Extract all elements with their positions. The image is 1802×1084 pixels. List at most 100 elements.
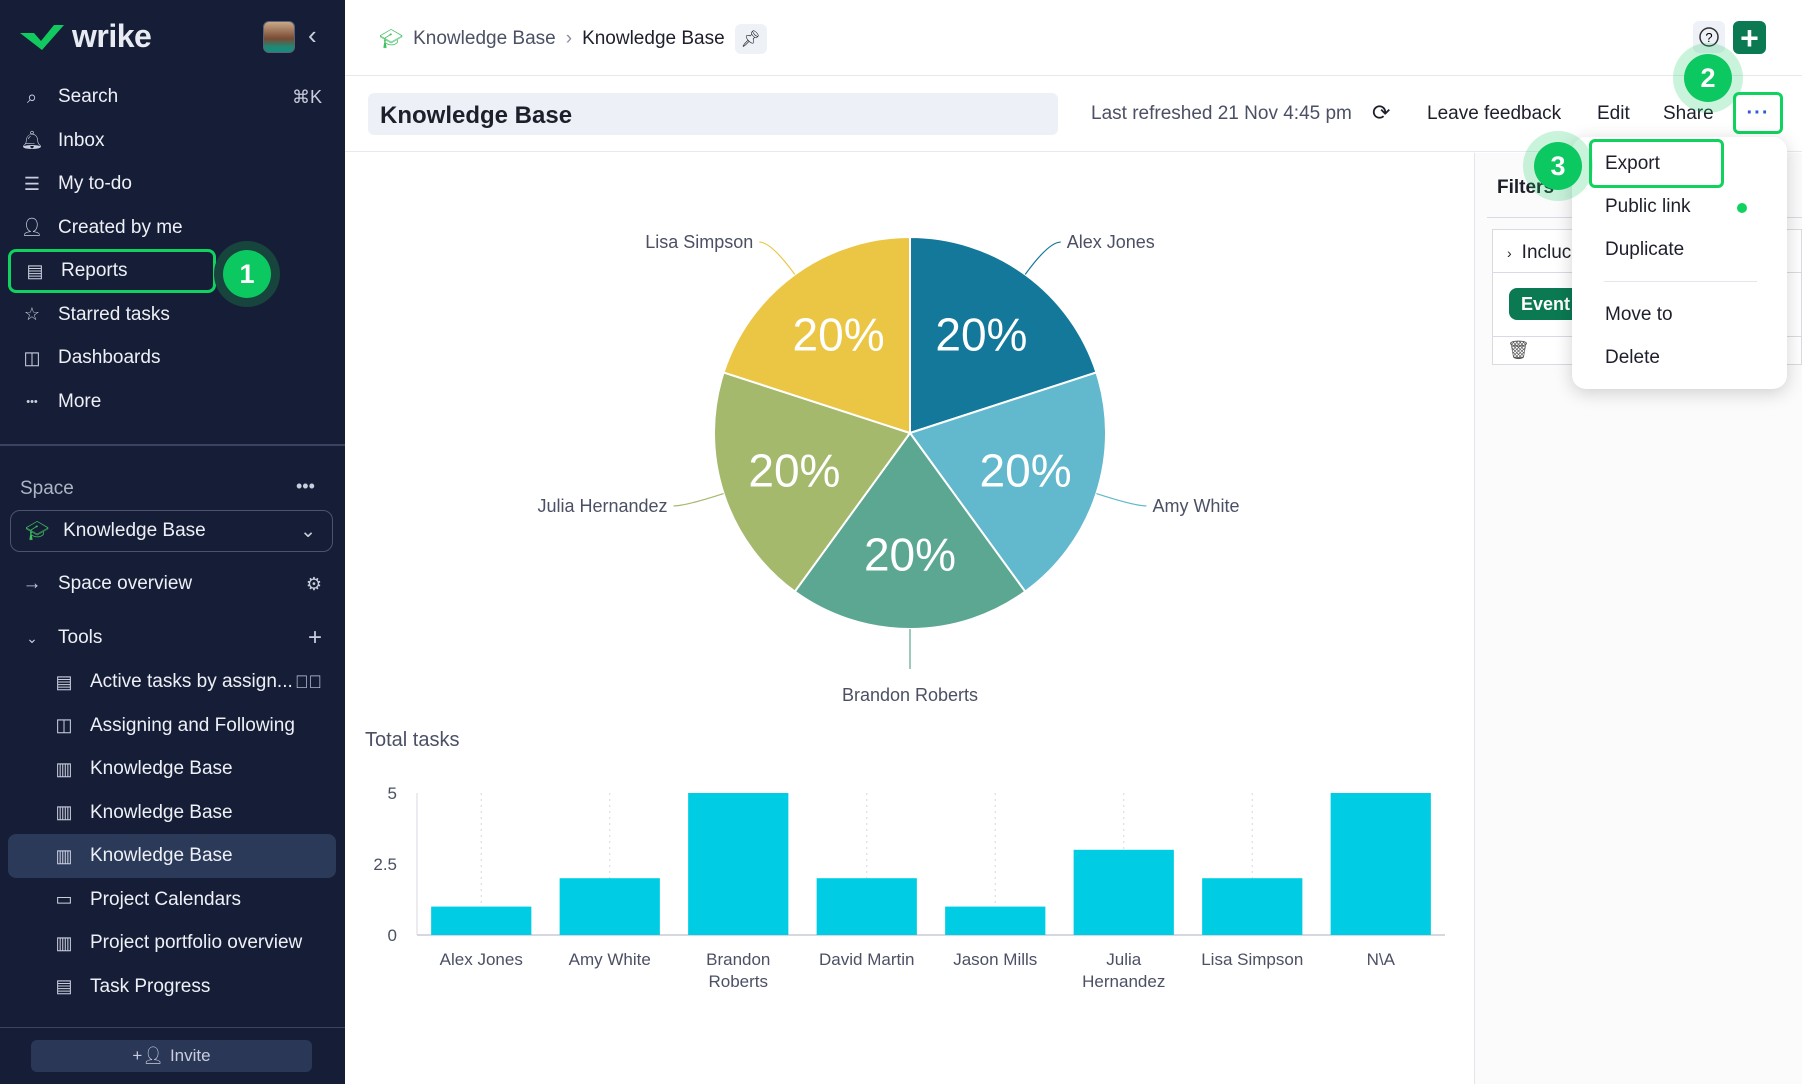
pie-leader-line [1024,241,1061,275]
more-options-menu: Export Public link Duplicate Move to Del… [1572,137,1787,389]
menu-item-duplicate[interactable]: Duplicate [1605,239,1684,261]
space-select[interactable]: 🎓︎ Knowledge Base ⌄ [10,510,333,552]
pie-data-label: 20% [935,309,1027,361]
sidebar-item-inbox[interactable]: 🔔︎ Inbox [8,119,336,163]
avatar[interactable] [263,21,295,53]
bar[interactable] [1073,849,1174,935]
menu-item-delete[interactable]: Delete [1605,347,1660,369]
tool-item[interactable]: ▥ Knowledge Base [8,747,336,791]
y-tick-label: 0 [388,926,397,945]
wrike-logo[interactable]: wrike [20,18,152,55]
x-tick-label: Brandon Roberts [706,950,770,991]
portfolio-icon: ▥ [55,932,73,953]
menu-item-move-to[interactable]: Move to [1605,304,1673,326]
pie-category-label: Lisa Simpson [645,232,753,252]
bar[interactable] [1330,793,1431,935]
sidebar-item-label: Dashboards [58,347,161,368]
logo-text: wrike [72,18,152,54]
space-more-icon[interactable]: ••• [296,476,315,497]
include-label: Incluc [1521,242,1572,263]
invite-label: Invite [169,1046,211,1065]
tool-item[interactable]: ▥ Project portfolio overview [8,921,336,965]
add-tool-icon[interactable]: + [308,624,322,652]
tool-item[interactable]: ▤ Task Progress [8,965,336,1009]
pie-leader-line [1096,492,1147,507]
check-circle-icon: ✓⃝ [295,671,322,692]
step-badge-3: 3 [1534,142,1582,190]
dashboard-icon: ◫ [55,715,73,735]
pie-data-label: 20% [980,445,1072,497]
edit-button[interactable]: Edit [1597,103,1630,125]
tool-item-label: Knowledge Base [90,801,233,823]
bell-icon: 🔔︎ [20,130,44,150]
top-bar: 🎓︎ Knowledge Base › Knowledge Base 📌︎ ? … [345,0,1802,76]
space-overview[interactable]: → Space overview ⚙ [8,562,336,606]
bar[interactable] [431,906,532,935]
report-icon: ▤ [55,671,73,692]
share-button[interactable]: Share [1663,103,1714,125]
portfolio-icon: ▥ [55,758,73,779]
tool-item[interactable]: ▤ Active tasks by assign... ✓⃝ [8,660,336,704]
pie-chart: 20% Alex Jones 20% Amy White 20% Brandon Robe… [537,232,1239,703]
main: 🎓︎ Knowledge Base › Knowledge Base 📌︎ ? … [345,0,1802,1084]
sidebar-item-label: Reports [61,260,128,281]
sidebar-item-dashboards[interactable]: ◫ Dashboards [8,336,336,380]
sidebar-item-created-by-me[interactable]: 👤︎ Created by me [8,206,336,250]
tool-item[interactable]: ▭ Project Calendars [8,878,336,922]
leave-feedback-button[interactable]: Leave feedback [1427,103,1561,125]
trash-icon[interactable]: 🗑︎ [1507,340,1530,361]
pie-data-label: 20% [748,445,840,497]
calendar-icon: ▭ [55,889,73,909]
chevron-right-icon: › [1507,245,1512,261]
sidebar-item-label: More [58,390,102,412]
svg-text:?: ? [1705,30,1712,45]
divider [0,444,345,446]
pie-category-label: Amy White [1152,496,1239,516]
sidebar-item-label: Created by me [58,216,183,238]
tool-item[interactable]: ▥ Knowledge Base [8,791,336,835]
gear-icon[interactable]: ⚙ [306,574,322,595]
divider [1604,281,1757,282]
tool-item[interactable]: ▥ Knowledge Base [8,834,336,878]
pie-category-label: Alex Jones [1067,232,1155,252]
tools-section[interactable]: ⌄ Tools + [8,616,336,660]
bar[interactable] [688,793,789,935]
sidebar-item-starred-tasks[interactable]: ☆ Starred tasks [8,293,336,337]
include-filter[interactable]: › Incluc [1507,242,1571,264]
menu-item-export[interactable]: Export [1605,153,1660,175]
report-icon: ▤ [26,260,44,281]
bar[interactable] [945,906,1046,935]
report-icon: ▤ [55,976,73,996]
portfolio-icon: ▥ [55,845,73,866]
sidebar: wrike ‹ ⌕ Search ⌘K 🔔︎ Inbox ☰ My to-do 👤︎ Creat… [0,0,345,1084]
menu-item-public-link[interactable]: Public link [1605,196,1691,218]
bar[interactable] [816,878,917,935]
collapse-sidebar-icon[interactable]: ‹ [308,20,317,51]
tool-item[interactable]: ◫ Assigning and Following [8,704,336,748]
pie-category-label: Julia Hernandez [537,496,667,516]
create-button[interactable]: + [1733,21,1766,54]
help-icon[interactable]: ? [1693,21,1725,53]
refresh-icon[interactable]: ⟳ [1372,100,1390,126]
sidebar-item-more[interactable]: ••• More [8,380,336,424]
pie-category-label: Brandon Roberts [842,685,978,703]
breadcrumb-item[interactable]: Knowledge Base [413,28,556,50]
pie-data-label: 20% [793,309,885,361]
sidebar-item-label: Inbox [58,129,105,151]
sidebar-item-reports[interactable]: ▤ Reports [8,249,216,293]
invite-button[interactable]: +👤︎ Invite [31,1040,312,1072]
portfolio-icon: ▥ [55,802,73,822]
more-options-button[interactable]: ··· [1733,92,1783,134]
shortcut-hint: ⌘K [291,86,322,107]
x-tick-label: N\A [1367,950,1396,969]
sidebar-item-my-to-do[interactable]: ☰ My to-do [8,162,336,206]
x-tick-label: Lisa Simpson [1201,950,1303,969]
report-title-input[interactable]: Knowledge Base [368,93,1058,135]
tool-item-label: Assigning and Following [90,714,295,736]
chevron-down-icon: ⌄ [26,629,38,646]
sidebar-item-search[interactable]: ⌕ Search ⌘K [8,75,336,119]
bar[interactable] [559,878,660,935]
bar[interactable] [1202,878,1303,935]
pin-icon[interactable]: 📌︎ [734,24,767,54]
space-label: Space [20,478,74,499]
